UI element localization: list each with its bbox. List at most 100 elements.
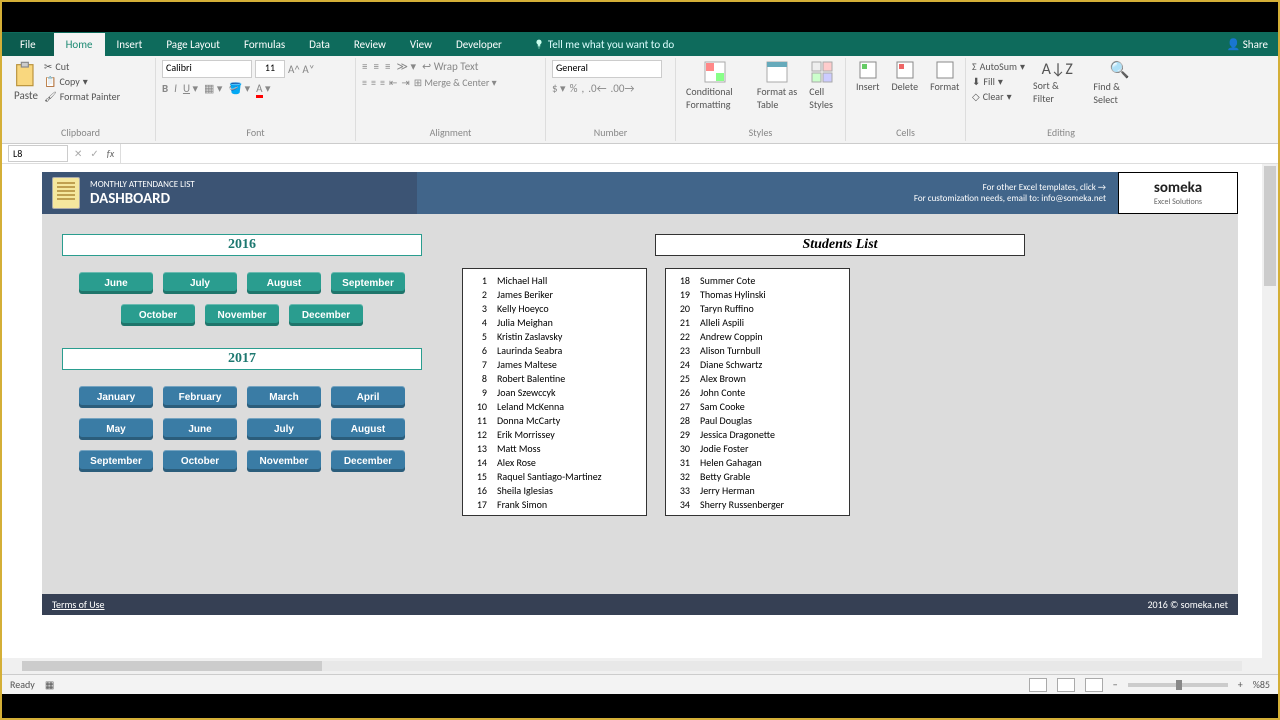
group-font: Font [162,124,349,139]
month-december[interactable]: December [289,304,363,326]
conditional-formatting[interactable]: Conditional Formatting [682,60,749,111]
student-row: 25Alex Brown [674,371,841,385]
month-september[interactable]: September [331,272,405,294]
dec-decimal[interactable]: .00→ [611,82,635,95]
month-october[interactable]: October [121,304,195,326]
wrap-text[interactable]: ↩ Wrap Text [422,60,479,73]
copyright-text: 2016 © someka.net [1147,598,1228,611]
tab-developer[interactable]: Developer [444,33,514,56]
student-row: 19Thomas Hylinski [674,287,841,301]
student-row: 29Jessica Dragonette [674,427,841,441]
find-select[interactable]: 🔍Find & Select [1089,60,1150,106]
month-july[interactable]: July [163,272,237,294]
student-row: 20Taryn Ruffino [674,301,841,315]
month-august[interactable]: August [247,272,321,294]
tab-view[interactable]: View [398,33,444,56]
align-top[interactable]: ≡ [362,60,367,73]
font-color-button[interactable]: A ▾ [256,82,270,95]
dashboard-header: MONTHLY ATTENDANCE LIST DASHBOARD For ot… [42,172,1238,214]
student-row: 8Robert Balentine [471,371,638,385]
month-june[interactable]: June [79,272,153,294]
cells-format[interactable]: Format [926,60,963,93]
italic-button[interactable]: I [174,82,177,95]
group-alignment: Alignment [362,124,539,139]
view-page-break[interactable] [1085,678,1103,692]
month-june[interactable]: June [163,418,237,440]
tab-formulas[interactable]: Formulas [232,33,297,56]
student-row: 17Frank Simon [471,497,638,511]
merge-center[interactable]: ⊞ Merge & Center ▾ [414,76,497,89]
font-name-select[interactable]: Calibri [162,60,252,78]
number-format-select[interactable]: General [552,60,662,78]
tab-page-layout[interactable]: Page Layout [154,33,232,56]
align-center[interactable]: ≡ [371,76,376,89]
month-april[interactable]: April [331,386,405,408]
group-cells: Cells [852,124,959,139]
month-november[interactable]: November [247,450,321,472]
align-bottom[interactable]: ≡ [385,60,390,73]
month-january[interactable]: January [79,386,153,408]
tab-insert[interactable]: Insert [105,33,155,56]
indent-dec[interactable]: ⇤ [389,76,397,89]
paste-button[interactable]: Paste [12,60,40,102]
align-right[interactable]: ≡ [380,76,385,89]
indent-inc[interactable]: ⇥ [401,76,409,89]
tab-file[interactable]: File [2,33,54,56]
copy-button[interactable]: 📋 Copy ▾ [44,75,120,88]
student-row: 33Jerry Herman [674,483,841,497]
status-ready: Ready [10,678,35,691]
view-page-layout[interactable] [1057,678,1075,692]
border-button[interactable]: ▦ ▾ [204,82,222,95]
cells-insert[interactable]: Insert [852,60,884,93]
autosum-button[interactable]: Σ AutoSum ▾ [972,60,1025,73]
align-left[interactable]: ≡ [362,76,367,89]
month-december[interactable]: December [331,450,405,472]
month-february[interactable]: February [163,386,237,408]
fill-color-button[interactable]: 🪣 ▾ [228,82,250,95]
month-july[interactable]: July [247,418,321,440]
month-august[interactable]: August [331,418,405,440]
enter-icon[interactable]: ✓ [90,147,98,160]
currency-button[interactable]: $ ▾ [552,82,566,95]
clear-button[interactable]: ◇ Clear ▾ [972,90,1025,103]
bold-button[interactable]: B [162,82,168,95]
tab-home[interactable]: Home [54,33,105,56]
cells-delete[interactable]: Delete [888,60,923,93]
worksheet[interactable]: MONTHLY ATTENDANCE LIST DASHBOARD For ot… [2,164,1278,674]
fill-button[interactable]: ⬇ Fill ▾ [972,75,1025,88]
cancel-icon[interactable]: ✕ [74,147,82,160]
scrollbar-horizontal[interactable] [2,658,1262,674]
align-middle[interactable]: ≡ [373,60,378,73]
underline-button[interactable]: U ▾ [183,82,198,95]
month-september[interactable]: September [79,450,153,472]
zoom-level[interactable]: %85 [1253,678,1270,691]
month-november[interactable]: November [205,304,279,326]
view-normal[interactable] [1029,678,1047,692]
percent-button[interactable]: % [570,82,578,95]
scrollbar-vertical[interactable] [1262,164,1278,674]
tab-review[interactable]: Review [342,33,398,56]
share-button[interactable]: 👤 Share [1227,38,1268,51]
comma-button[interactable]: , [581,82,584,95]
format-as-table[interactable]: Format as Table [753,60,801,111]
month-march[interactable]: March [247,386,321,408]
sort-filter[interactable]: A↓ZSort & Filter [1029,60,1085,105]
format-painter-button[interactable]: 🖌 Format Painter [44,90,120,103]
tell-me[interactable]: Tell me what you want to do [534,38,674,51]
group-number: Number [552,124,669,139]
month-october[interactable]: October [163,450,237,472]
cell-styles[interactable]: Cell Styles [805,60,839,111]
inc-decimal[interactable]: .0← [588,82,606,95]
zoom-out[interactable]: − [1113,678,1118,691]
tab-data[interactable]: Data [297,33,342,56]
student-row: 27Sam Cooke [674,399,841,413]
month-may[interactable]: May [79,418,153,440]
font-size-select[interactable]: 11 [255,60,285,78]
terms-link[interactable]: Terms of Use [52,598,105,611]
zoom-in[interactable]: + [1238,678,1243,691]
macro-icon[interactable]: ▦ [45,678,54,691]
cut-button[interactable]: ✂ Cut [44,60,120,73]
name-box[interactable]: L8 [8,145,68,162]
zoom-slider[interactable] [1128,683,1228,687]
fx-icon[interactable]: fx [107,147,114,160]
